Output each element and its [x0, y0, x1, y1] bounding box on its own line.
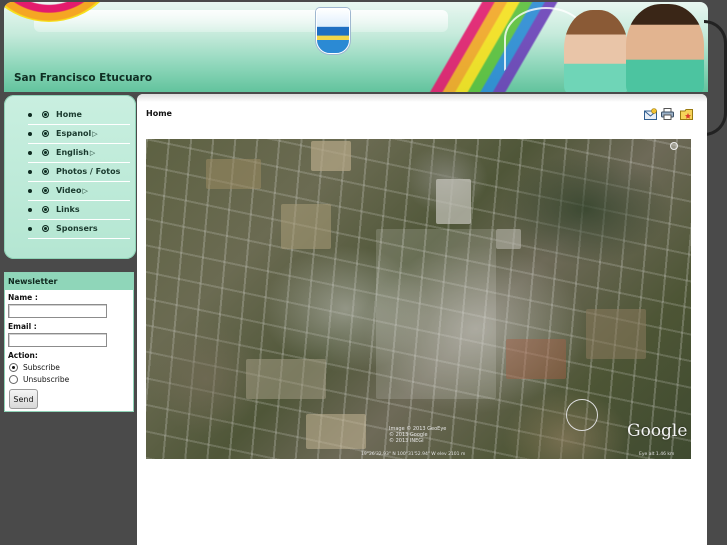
map-copyright: Image © 2013 GeoEye © 2013 Google © 2013… — [389, 426, 447, 444]
nav-item-label: Espanol — [56, 129, 92, 138]
submenu-arrow-icon: ▷ — [92, 129, 98, 138]
site-title: San Francisco Etucuaro — [14, 72, 153, 84]
map-coordinates: 19°26'32.93" N 100°31'52.94" W elev 2101… — [361, 452, 466, 457]
nav-item-sponsers[interactable]: Sponsers — [28, 219, 130, 239]
page-title: Home — [146, 109, 172, 118]
bookmark-icon[interactable] — [680, 108, 693, 120]
bullet-icon — [28, 188, 32, 193]
subscribe-label: Subscribe — [23, 363, 60, 372]
nav-item-label: Home — [56, 110, 82, 119]
header-photo-woman — [564, 10, 628, 92]
bullet-icon — [28, 131, 32, 136]
circle-icon — [42, 168, 49, 175]
map-bullring — [566, 399, 598, 431]
unsubscribe-label: Unsubscribe — [23, 375, 70, 384]
map-field — [506, 339, 566, 379]
header-photo-man — [626, 4, 704, 92]
nav-item-english[interactable]: English ▷ — [28, 143, 130, 163]
map-town-area — [376, 229, 496, 399]
bullet-icon — [28, 150, 32, 155]
nav-item-links[interactable]: Links — [28, 200, 130, 220]
nav-item-label: Sponsers — [56, 224, 98, 233]
header-wave-decoration — [34, 10, 448, 32]
subscribe-option[interactable]: Subscribe — [9, 363, 60, 372]
email-label: Email : — [8, 322, 37, 331]
satellite-map[interactable]: Image © 2013 GeoEye © 2013 Google © 2013… — [146, 139, 691, 459]
map-field — [246, 359, 326, 399]
bullet-icon — [28, 207, 32, 212]
header-photo — [556, 2, 708, 92]
unsubscribe-option[interactable]: Unsubscribe — [9, 375, 69, 384]
email-field[interactable] — [8, 333, 107, 347]
email-icon[interactable] — [644, 108, 657, 120]
nav-item-photos[interactable]: Photos / Fotos — [28, 162, 130, 182]
send-button[interactable]: Send — [9, 389, 38, 409]
circle-icon — [42, 206, 49, 213]
circle-icon — [42, 187, 49, 194]
site-header: San Francisco Etucuaro — [4, 2, 708, 92]
google-logo: Google — [627, 421, 688, 441]
nav-item-label: Video — [56, 186, 82, 195]
map-field — [496, 229, 521, 249]
nav-item-label: Links — [56, 205, 80, 214]
nav-item-espanol[interactable]: Espanol ▷ — [28, 124, 130, 144]
site-logo[interactable] — [316, 8, 350, 54]
circle-icon — [42, 225, 49, 232]
nav-item-video[interactable]: Video ▷ — [28, 181, 130, 201]
circle-icon — [42, 149, 49, 156]
nav-item-label: English — [56, 148, 89, 157]
map-field — [586, 309, 646, 359]
newsletter-title: Newsletter — [5, 273, 133, 290]
name-field[interactable] — [8, 304, 107, 318]
map-field — [306, 414, 366, 449]
submenu-arrow-icon: ▷ — [82, 186, 88, 195]
action-label: Action: — [8, 351, 38, 360]
bullet-icon — [28, 169, 32, 174]
header-edge-decoration — [704, 20, 727, 136]
map-field — [311, 141, 351, 171]
print-icon[interactable] — [661, 108, 674, 120]
sidebar-nav: Home Espanol ▷ English ▷ Photos / Fotos … — [4, 95, 136, 259]
circle-icon — [42, 111, 49, 118]
map-field — [436, 179, 471, 224]
bullet-icon — [28, 226, 32, 231]
main-content: Home Image © 2013 GeoEye © 2013 Google ©… — [137, 94, 707, 545]
bullet-icon — [28, 112, 32, 117]
submenu-arrow-icon: ▷ — [89, 148, 96, 157]
map-field — [206, 159, 261, 189]
nav-item-label: Photos / Fotos — [56, 167, 121, 176]
map-field — [281, 204, 331, 249]
compass-icon[interactable] — [670, 142, 678, 150]
subscribe-radio[interactable] — [9, 363, 18, 372]
newsletter-box: Newsletter Name : Email : Action: Subscr… — [4, 272, 134, 412]
name-label: Name : — [8, 293, 38, 302]
circle-icon — [42, 130, 49, 137]
map-eye-altitude: Eye alt 1.46 km — [639, 452, 675, 457]
unsubscribe-radio[interactable] — [9, 375, 18, 384]
nav-item-home[interactable]: Home — [28, 105, 130, 125]
main-top-shadow — [137, 94, 707, 102]
